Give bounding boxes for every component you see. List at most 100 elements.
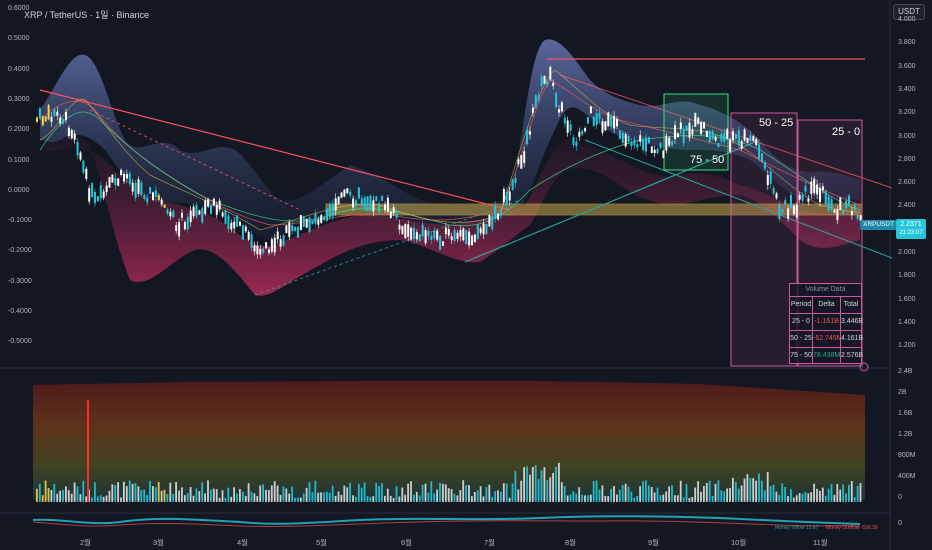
volume-bar bbox=[505, 483, 508, 502]
right-axis-tick: 3.800 bbox=[898, 39, 916, 47]
right-axis-tick: 3.400 bbox=[898, 85, 916, 93]
candle-body bbox=[813, 178, 816, 194]
candle-body bbox=[157, 194, 160, 201]
candle-body bbox=[163, 204, 166, 208]
candle-body bbox=[540, 76, 543, 86]
volume-bar bbox=[642, 481, 644, 502]
right-axis-tick: 1.200 bbox=[898, 342, 916, 350]
candle-body bbox=[363, 197, 366, 210]
volume-bar bbox=[685, 484, 688, 502]
candle-body bbox=[334, 198, 337, 211]
candle-body bbox=[117, 178, 120, 186]
candle-body bbox=[41, 116, 44, 126]
volume-table-header: Period Delta Total bbox=[790, 297, 861, 314]
volume-bar bbox=[485, 487, 488, 502]
candle-body bbox=[407, 224, 410, 237]
candle-body bbox=[212, 198, 215, 206]
volume-bar bbox=[743, 478, 746, 502]
month-tick: 2월 bbox=[80, 538, 92, 547]
candle-body bbox=[413, 227, 415, 240]
volume-bar bbox=[732, 477, 734, 502]
candle-body bbox=[584, 128, 587, 132]
volume-bar bbox=[595, 480, 598, 502]
volume-bar bbox=[430, 481, 433, 502]
candle-body bbox=[676, 133, 679, 137]
candle-body bbox=[436, 230, 439, 240]
candle-body bbox=[270, 239, 273, 252]
volume-bar bbox=[395, 486, 398, 502]
volume-bar bbox=[537, 479, 540, 502]
left-axis-tick: -0.4000 bbox=[8, 308, 32, 315]
candle-body bbox=[137, 179, 140, 195]
candle-body bbox=[497, 213, 500, 220]
candle-body bbox=[123, 173, 125, 182]
volume-bar bbox=[621, 485, 624, 502]
volume-bar bbox=[459, 490, 462, 502]
candle-body bbox=[424, 229, 427, 244]
volume-bar bbox=[427, 492, 430, 502]
volume-bar bbox=[317, 492, 320, 502]
volume-bar bbox=[299, 497, 302, 502]
table-row: 25 - 0 -1.161B 3.446B bbox=[790, 314, 863, 331]
volume-bar bbox=[558, 462, 560, 502]
candle-body bbox=[778, 204, 781, 220]
candle-body bbox=[418, 234, 421, 242]
candle-body bbox=[384, 204, 386, 210]
table-row: 75 - 50 78.438M 2.576B bbox=[790, 348, 863, 364]
price-chart[interactable] bbox=[0, 0, 932, 550]
candle-body bbox=[276, 231, 279, 240]
volume-bar bbox=[720, 490, 723, 502]
volume-bar bbox=[584, 495, 586, 502]
volume-bar bbox=[456, 495, 459, 502]
volume-bar bbox=[656, 487, 659, 502]
volume-bar bbox=[511, 483, 514, 502]
candle-body bbox=[166, 209, 169, 214]
volume-bar bbox=[134, 483, 137, 502]
volume-bar bbox=[630, 491, 633, 502]
volume-bar bbox=[73, 482, 76, 502]
candle-body bbox=[853, 205, 856, 211]
candle-body bbox=[215, 204, 218, 215]
volume-bar bbox=[471, 496, 473, 502]
volume-bar bbox=[549, 477, 552, 502]
volume-bar bbox=[737, 488, 740, 502]
volume-bar bbox=[218, 497, 221, 502]
volume-bar bbox=[444, 484, 447, 502]
candle-body bbox=[685, 125, 688, 132]
candle-body bbox=[502, 188, 505, 203]
candle-body bbox=[125, 174, 128, 179]
range-box-50-25[interactable] bbox=[730, 112, 798, 367]
lightning-icon[interactable] bbox=[859, 362, 869, 372]
volume-bar bbox=[407, 483, 409, 502]
candle-body bbox=[154, 190, 157, 198]
candle-body bbox=[247, 231, 250, 240]
volume-bar bbox=[189, 487, 192, 502]
candle-body bbox=[94, 191, 96, 204]
candle-body bbox=[621, 132, 624, 143]
volume-bar bbox=[320, 492, 322, 502]
candle-body bbox=[343, 189, 346, 197]
candle-body bbox=[279, 239, 282, 247]
volume-bar bbox=[650, 487, 653, 502]
volume-bar bbox=[233, 487, 235, 502]
volume-bar bbox=[671, 485, 673, 502]
candle-body bbox=[534, 95, 537, 108]
candle-body bbox=[819, 187, 821, 203]
volume-bar bbox=[766, 472, 769, 502]
volume-bar bbox=[433, 493, 436, 502]
candle-body bbox=[462, 228, 465, 241]
candle-body bbox=[346, 188, 349, 194]
volume-bar bbox=[201, 482, 204, 502]
volume-bar bbox=[647, 485, 650, 502]
candle-body bbox=[299, 215, 302, 231]
volume-bar bbox=[384, 495, 386, 502]
candle-body bbox=[650, 146, 653, 153]
volume-bar bbox=[288, 493, 291, 502]
candle-body bbox=[665, 135, 668, 151]
volume-bar bbox=[842, 484, 844, 502]
volume-bar bbox=[676, 495, 679, 502]
volume-bar bbox=[610, 488, 612, 502]
candle-body bbox=[546, 81, 549, 85]
volume-bar bbox=[705, 482, 708, 502]
volume-bar bbox=[114, 485, 117, 502]
